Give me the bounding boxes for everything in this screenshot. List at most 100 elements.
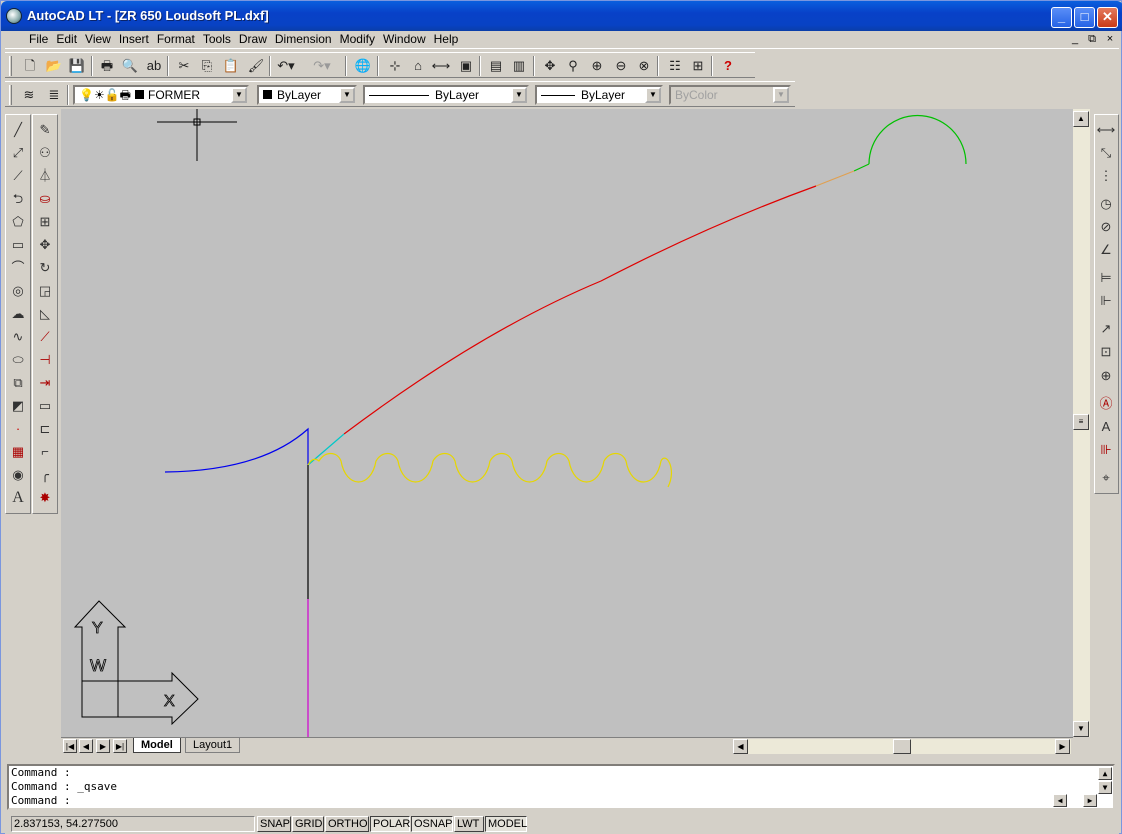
zoom-extents-icon[interactable]: ⊗ — [633, 55, 655, 77]
point-icon[interactable]: · — [7, 418, 29, 440]
color-control-dropdown[interactable]: ByLayer ▼ — [257, 85, 357, 105]
trim-icon[interactable]: ⊣ — [34, 349, 56, 371]
chevron-down-icon[interactable]: ▼ — [511, 87, 527, 103]
distance-icon[interactable]: ⟷ — [430, 55, 452, 77]
help-icon[interactable]: ? — [717, 55, 739, 77]
command-prompt[interactable]: Command : — [11, 794, 1113, 808]
menu-edit[interactable]: Edit — [52, 31, 81, 48]
break-at-point-icon[interactable]: ⊏ — [34, 418, 56, 440]
linear-dimension-icon[interactable]: ⟷ — [1095, 119, 1117, 141]
named-views-icon[interactable]: ▤ — [485, 55, 507, 77]
ordinate-dimension-icon[interactable]: ⋮ — [1095, 165, 1117, 187]
dimension-edit-icon[interactable]: Ⓐ — [1095, 393, 1117, 415]
lwt-toggle[interactable]: LWT — [454, 816, 484, 832]
object-snap-icon[interactable]: ⊹ — [384, 55, 406, 77]
layer-dropdown[interactable]: 💡☀🔓🖶 FORMER ▼ — [73, 85, 249, 105]
menu-insert[interactable]: Insert — [115, 31, 153, 48]
tolerance-icon[interactable]: ⊡ — [1095, 341, 1117, 363]
command-scroll-down-button[interactable]: ▼ — [1098, 781, 1112, 794]
break-icon[interactable]: ▭ — [34, 395, 56, 417]
model-space-toggle[interactable]: MODEL — [485, 816, 527, 832]
explode-icon[interactable]: ✸ — [34, 487, 56, 509]
previous-tab-button[interactable]: ◀ — [79, 739, 93, 753]
extend-icon[interactable]: ⇥ — [34, 372, 56, 394]
chevron-down-icon[interactable]: ▼ — [645, 87, 661, 103]
multiline-text-icon[interactable]: A — [7, 487, 29, 509]
match-properties-icon[interactable]: 🖌 — [245, 55, 267, 77]
spline-icon[interactable]: ∿ — [7, 326, 29, 348]
print-preview-icon[interactable]: 🔍 — [119, 55, 141, 77]
coordinate-display[interactable]: 2.837153, 54.277500 — [11, 816, 255, 832]
rectangle-icon[interactable]: ▭ — [7, 234, 29, 256]
copy-object-icon[interactable]: ⚇ — [34, 142, 56, 164]
green-arc[interactable] — [868, 114, 967, 165]
next-tab-button[interactable]: ▶ — [96, 739, 110, 753]
dimension-update-icon[interactable]: ⊪ — [1095, 439, 1117, 461]
toolbar-grip[interactable] — [9, 85, 12, 105]
blue-curve[interactable] — [164, 427, 309, 473]
array-icon[interactable]: ⊞ — [34, 211, 56, 233]
scroll-right-button[interactable]: ▶ — [1055, 739, 1070, 754]
polygon-icon[interactable]: ⬠ — [7, 211, 29, 233]
chevron-down-icon[interactable]: ▼ — [231, 87, 247, 103]
move-icon[interactable]: ✥ — [34, 234, 56, 256]
make-layer-current-icon[interactable]: ≋ — [18, 84, 40, 106]
layers-icon[interactable]: ≣ — [43, 84, 65, 106]
double-line-icon[interactable]: ⮌ — [7, 188, 29, 210]
command-scroll-right-button[interactable]: ▶ — [1083, 794, 1097, 807]
menu-help[interactable]: Help — [430, 31, 463, 48]
doc-close-button[interactable]: × — [1102, 33, 1118, 46]
yellow-wave[interactable] — [307, 452, 673, 488]
dimension-style-icon[interactable]: ⌖ — [1095, 467, 1117, 489]
redo-icon[interactable]: ↷▾ — [311, 55, 333, 77]
spell-check-icon[interactable]: ab — [143, 55, 165, 77]
quick-dimension-icon[interactable]: ⊨ — [1095, 267, 1117, 289]
command-window[interactable]: Command : Command : _qsave Command : ▲ ▼… — [7, 764, 1115, 810]
center-mark-icon[interactable]: ⊕ — [1095, 365, 1117, 387]
hatch-icon[interactable]: ▦ — [7, 441, 29, 463]
erase-icon[interactable]: ✎ — [34, 119, 56, 141]
web-globe-icon[interactable]: 🌐 — [352, 55, 374, 77]
vertical-scrollbar[interactable]: ▲ ≡ ▼ — [1073, 109, 1090, 737]
polyline-icon[interactable]: ⟋ — [7, 165, 29, 187]
scale-icon[interactable]: ◲ — [34, 280, 56, 302]
viewports-icon[interactable]: ▥ — [508, 55, 530, 77]
line-icon[interactable]: ╱ — [7, 119, 29, 141]
insert-block-icon[interactable]: ⧉ — [7, 372, 29, 394]
ortho-toggle[interactable]: ORTHO — [325, 816, 369, 832]
paste-icon[interactable]: 📋 — [220, 55, 242, 77]
maximize-button[interactable]: □ — [1074, 7, 1095, 28]
command-scroll-up-button[interactable]: ▲ — [1098, 767, 1112, 780]
horizontal-scrollbar[interactable]: ◀ ▶ — [733, 739, 1071, 754]
save-icon[interactable]: 💾 — [66, 55, 88, 77]
orange-segment[interactable] — [815, 170, 855, 187]
green-segment[interactable] — [853, 163, 870, 172]
construction-line-icon[interactable]: ⤢ — [7, 142, 29, 164]
menu-view[interactable]: View — [81, 31, 115, 48]
cut-icon[interactable]: ✂ — [173, 55, 195, 77]
circle-icon[interactable]: ◎ — [7, 280, 29, 302]
cyan-segment[interactable] — [307, 433, 345, 466]
chevron-down-icon[interactable]: ▼ — [339, 87, 355, 103]
ellipse-icon[interactable]: ⬭ — [7, 349, 29, 371]
menu-file[interactable]: File — [25, 31, 52, 48]
autocad-app-icon[interactable] — [6, 8, 22, 24]
drawing-area[interactable]: Y W X — [61, 109, 1073, 737]
fillet-icon[interactable]: ╭ — [34, 464, 56, 486]
quick-leader-icon[interactable]: ↗ — [1095, 318, 1117, 340]
menu-format[interactable]: Format — [153, 31, 199, 48]
revision-cloud-icon[interactable]: ☁ — [7, 303, 29, 325]
minimize-button[interactable]: _ — [1051, 7, 1072, 28]
baseline-dimension-icon[interactable]: ⊩ — [1095, 290, 1117, 312]
properties-icon[interactable]: ☷ — [664, 55, 686, 77]
design-center-icon[interactable]: ⊞ — [687, 55, 709, 77]
region-icon[interactable]: ◉ — [7, 464, 29, 486]
menu-draw[interactable]: Draw — [235, 31, 271, 48]
last-tab-button[interactable]: ▶| — [113, 739, 127, 753]
tab-model[interactable]: Model — [133, 738, 181, 753]
red-curve[interactable] — [343, 185, 817, 435]
zoom-previous-icon[interactable]: ⊖ — [610, 55, 632, 77]
first-tab-button[interactable]: |◀ — [63, 739, 77, 753]
make-block-icon[interactable]: ◩ — [7, 395, 29, 417]
arc-icon[interactable]: ⌒ — [7, 257, 29, 279]
